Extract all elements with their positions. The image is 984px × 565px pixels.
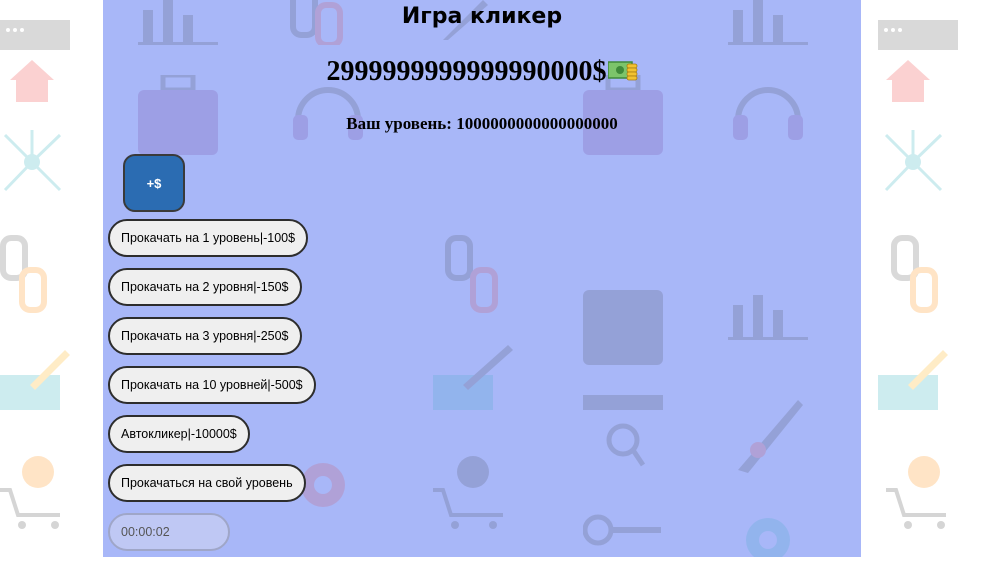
pencil-icon [0, 350, 70, 410]
browser-window-icon [878, 20, 958, 50]
click-earn-button[interactable]: +$ [123, 154, 185, 212]
balance-display: 2999999999999990000$ [103, 56, 861, 92]
level-display: Ваш уровень: 1000000000000000000 [346, 114, 618, 133]
link-icon [0, 235, 47, 313]
upgrade-10-levels-button[interactable]: Прокачать на 10 уровней|-500$ [108, 366, 316, 404]
cash-icon [606, 58, 638, 92]
cart-gear-icon [886, 456, 946, 529]
left-background-strip [0, 0, 103, 565]
timer-display: 00:00:02 [108, 513, 230, 551]
home-icon [886, 60, 930, 102]
link-icon [891, 235, 938, 313]
home-icon [10, 60, 54, 102]
pencil-icon [878, 350, 948, 410]
game-panel: Игра кликер 2999999999999990000$ Ваш уро… [103, 0, 861, 557]
page-title: Игра кликер [401, 4, 563, 29]
network-icon [884, 130, 943, 192]
right-background-strip [861, 0, 984, 565]
game-content: Игра кликер 2999999999999990000$ Ваш уро… [103, 0, 861, 557]
custom-level-button[interactable]: Прокачаться на свой уровень [108, 464, 306, 502]
balance-value: 2999999999999990000$ [326, 56, 607, 87]
browser-window-icon [0, 20, 70, 50]
cart-gear-icon [0, 456, 60, 529]
upgrade-2-levels-button[interactable]: Прокачать на 2 уровня|-150$ [108, 268, 302, 306]
autoclicker-button[interactable]: Автокликер|-10000$ [108, 415, 250, 453]
network-icon [3, 130, 62, 192]
upgrade-1-level-button[interactable]: Прокачать на 1 уровень|-100$ [108, 219, 309, 257]
upgrade-3-levels-button[interactable]: Прокачать на 3 уровня|-250$ [108, 317, 302, 355]
